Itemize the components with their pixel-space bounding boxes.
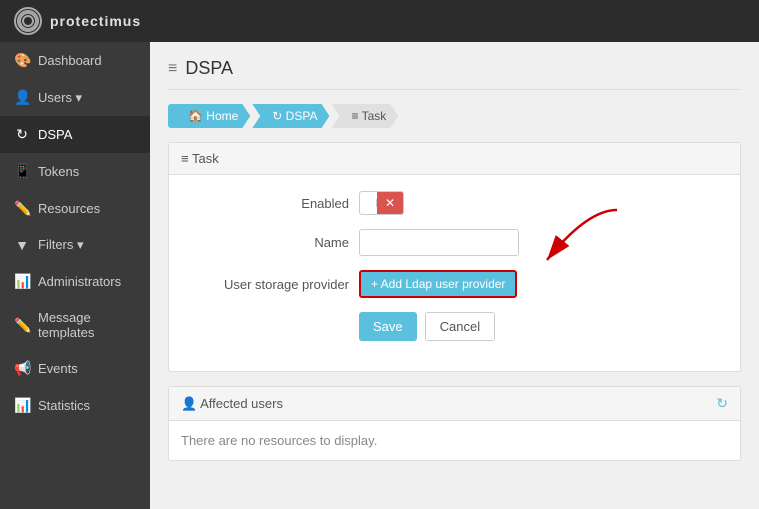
sidebar-item-message-templates[interactable]: ✏️ Message templates [0, 300, 150, 350]
resources-icon: ✏️ [14, 200, 30, 217]
task-panel-body: Enabled ✕ Name User storage provider + A… [169, 175, 740, 371]
no-resources-text: There are no resources to display. [169, 421, 740, 460]
form-buttons-row: Save Cancel [189, 312, 720, 341]
events-icon: 📢 [14, 360, 30, 377]
main-content: ≡ DSPA 🏠 Home ↻ DSPA ≡ Task ≡ Task En [150, 42, 759, 509]
toggle-off [360, 199, 377, 207]
refresh-icon[interactable]: ↻ [716, 395, 728, 412]
sidebar-label-events: Events [38, 361, 78, 376]
breadcrumb-home[interactable]: 🏠 Home [168, 104, 250, 128]
affected-users-panel: 👤 Affected users ↻ There are no resource… [168, 386, 741, 461]
main-layout: 🎨 Dashboard 👤 Users ▾ ↻ DSPA 📱 Tokens ✏️… [0, 42, 759, 509]
page-title-icon: ≡ [168, 60, 177, 78]
sidebar-label-dspa: DSPA [38, 127, 72, 142]
sidebar-item-users[interactable]: 👤 Users ▾ [0, 79, 150, 116]
provider-row: User storage provider + Add Ldap user pr… [189, 270, 720, 298]
dspa-icon: ↻ [14, 126, 30, 143]
tokens-icon: 📱 [14, 163, 30, 180]
app-header: protectimus [0, 0, 759, 42]
form-buttons: Save Cancel [359, 312, 495, 341]
sidebar-item-resources[interactable]: ✏️ Resources [0, 190, 150, 227]
breadcrumb-home-label: 🏠 Home [188, 109, 238, 123]
statistics-icon: 📊 [14, 397, 30, 414]
task-panel-header: ≡ Task [169, 143, 740, 175]
enabled-toggle[interactable]: ✕ [359, 191, 404, 215]
breadcrumb-dspa-label: ↻ DSPA [272, 109, 317, 123]
provider-label: User storage provider [189, 277, 349, 292]
administrators-icon: 📊 [14, 273, 30, 290]
add-ldap-button[interactable]: + Add Ldap user provider [359, 270, 517, 298]
enabled-label: Enabled [189, 196, 349, 211]
name-input[interactable] [359, 229, 519, 256]
dashboard-icon: 🎨 [14, 52, 30, 69]
name-row: Name [189, 229, 720, 256]
name-label: Name [189, 235, 349, 250]
breadcrumb: 🏠 Home ↻ DSPA ≡ Task [168, 104, 741, 128]
affected-panel-title: 👤 Affected users [181, 396, 283, 412]
task-panel: ≡ Task Enabled ✕ Name U [168, 142, 741, 372]
sidebar-label-resources: Resources [38, 201, 100, 216]
page-title: DSPA [185, 58, 233, 79]
sidebar-label-administrators: Administrators [38, 274, 121, 289]
affected-panel-header: 👤 Affected users ↻ [169, 387, 740, 421]
sidebar-item-filters[interactable]: ▼ Filters ▾ [0, 227, 150, 263]
cancel-button[interactable]: Cancel [425, 312, 495, 341]
provider-button-container: + Add Ldap user provider [359, 270, 517, 298]
breadcrumb-task[interactable]: ≡ Task [331, 104, 398, 128]
logo-text: protectimus [50, 13, 141, 29]
enabled-row: Enabled ✕ [189, 191, 720, 215]
sidebar-label-message-templates: Message templates [38, 310, 136, 340]
toggle-x-button[interactable]: ✕ [377, 192, 403, 214]
sidebar-label-filters: Filters ▾ [38, 237, 84, 253]
save-button[interactable]: Save [359, 312, 417, 341]
sidebar-item-administrators[interactable]: 📊 Administrators [0, 263, 150, 300]
filters-icon: ▼ [14, 237, 30, 253]
sidebar-item-statistics[interactable]: 📊 Statistics [0, 387, 150, 424]
users-icon: 👤 [14, 89, 30, 106]
sidebar-label-dashboard: Dashboard [38, 53, 102, 68]
sidebar-item-dspa[interactable]: ↻ DSPA [0, 116, 150, 153]
page-title-row: ≡ DSPA [168, 58, 741, 90]
task-panel-header-text: ≡ Task [181, 151, 219, 166]
logo-icon [14, 7, 42, 35]
sidebar: 🎨 Dashboard 👤 Users ▾ ↻ DSPA 📱 Tokens ✏️… [0, 42, 150, 509]
message-templates-icon: ✏️ [14, 317, 30, 334]
sidebar-label-tokens: Tokens [38, 164, 79, 179]
breadcrumb-task-label: ≡ Task [351, 109, 386, 123]
sidebar-item-events[interactable]: 📢 Events [0, 350, 150, 387]
breadcrumb-dspa[interactable]: ↻ DSPA [252, 104, 329, 128]
sidebar-label-users: Users ▾ [38, 90, 82, 106]
sidebar-item-tokens[interactable]: 📱 Tokens [0, 153, 150, 190]
sidebar-item-dashboard[interactable]: 🎨 Dashboard [0, 42, 150, 79]
sidebar-label-statistics: Statistics [38, 398, 90, 413]
